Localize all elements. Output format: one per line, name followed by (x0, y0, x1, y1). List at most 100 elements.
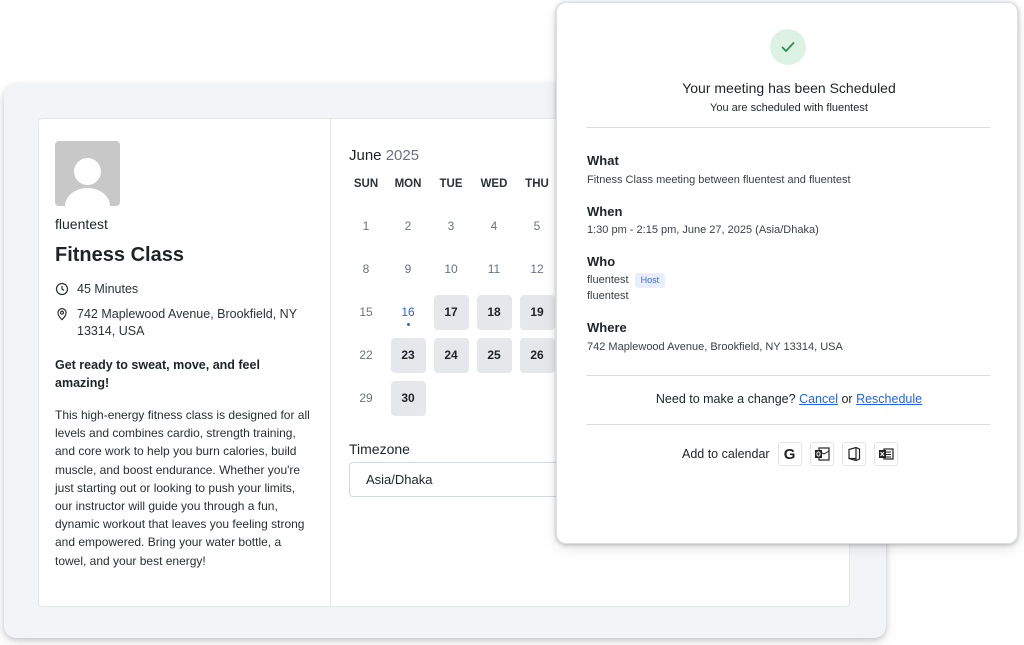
or-text: or (841, 392, 853, 406)
who-host-name: fluentest (587, 274, 629, 286)
day-number: 3 (447, 218, 455, 233)
day-number: 23 (401, 347, 415, 362)
office365-button[interactable] (841, 442, 866, 466)
today-indicator (406, 322, 410, 326)
day-number: 1 (362, 218, 370, 233)
weekday-header: MON (394, 178, 422, 190)
location-row: 742 Maplewood Avenue, Brookfield, NY 133… (55, 306, 314, 340)
google-calendar-icon: G (783, 445, 796, 463)
calendar-day: 8 (349, 252, 384, 287)
change-prefix: Need to make a change? (655, 392, 796, 406)
duration-row: 45 Minutes (55, 281, 314, 298)
map-pin-icon (57, 308, 67, 321)
calendar-day-available[interactable]: 25 (476, 337, 512, 373)
day-number: 18 (487, 304, 501, 319)
calendar-day: 9 (391, 252, 426, 287)
who-label: Who (587, 254, 616, 269)
event-details-column: fluentest Fitness Class 45 Minutes 742 M… (39, 119, 331, 606)
check-icon (781, 42, 795, 52)
success-check-badge (770, 29, 806, 65)
day-number: 12 (530, 261, 544, 276)
day-number: 15 (359, 304, 373, 319)
event-tagline: Get ready to sweat, move, and feel amazi… (55, 358, 260, 390)
calendar-day-available[interactable]: 24 (433, 337, 469, 373)
day-number: 22 (359, 347, 373, 362)
year-label: 2025 (385, 147, 420, 164)
cancel-link[interactable]: Cancel (799, 392, 838, 406)
reschedule-link[interactable]: Reschedule (856, 392, 922, 406)
day-number: 10 (444, 261, 458, 276)
when-value: 1:30 pm - 2:15 pm, June 27, 2025 (Asia/D… (587, 224, 819, 236)
add-to-calendar-row: Add to calendar G (682, 442, 906, 466)
outlook-icon (814, 447, 830, 461)
calendar-day-available[interactable]: 26 (519, 337, 555, 373)
day-number: 29 (359, 390, 373, 405)
timezone-select[interactable]: Asia/Dhaka (349, 462, 579, 497)
location-text: 742 Maplewood Avenue, Brookfield, NY 133… (77, 307, 297, 338)
confirmation-modal: Your meeting has been Scheduled You are … (556, 2, 1018, 544)
office365-icon (847, 446, 860, 462)
when-label: When (587, 204, 623, 219)
day-number: 11 (487, 261, 501, 276)
calendar-day-available[interactable]: 18 (476, 294, 512, 330)
calendar-day: 11 (477, 252, 512, 287)
change-row: Need to make a change? Cancel or Resched… (565, 392, 1013, 406)
day-number: 24 (444, 347, 458, 362)
confirmation-subtitle: You are scheduled with fluentest (710, 102, 868, 114)
duration-text: 45 Minutes (77, 282, 139, 296)
who-guest-name: fluentest (587, 290, 629, 302)
day-number: 19 (530, 304, 544, 319)
divider (587, 424, 990, 425)
clock-icon (55, 282, 69, 296)
calendar-day: 3 (434, 209, 469, 244)
event-description: This high-energy fitness class is design… (55, 408, 310, 568)
calendar-day: 22 (349, 338, 384, 373)
calendar-day-available[interactable]: 19 (519, 294, 555, 330)
calendar-day: 12 (520, 252, 555, 287)
calendar-day: 29 (349, 381, 384, 416)
calendar-day: 2 (391, 209, 426, 244)
calendar-day: 5 (520, 209, 555, 244)
host-name: fluentest (55, 216, 108, 232)
day-number: 26 (530, 347, 544, 362)
calendar-day: 4 (477, 209, 512, 244)
what-label: What (587, 153, 619, 168)
day-number: 16 (401, 304, 415, 319)
ics-download-icon (878, 448, 894, 460)
add-to-calendar-label: Add to calendar (682, 447, 770, 461)
event-title: Fitness Class (55, 244, 184, 266)
confirmation-title: Your meeting has been Scheduled (682, 80, 896, 96)
month-label: June (349, 147, 382, 164)
weekday-header: THU (525, 178, 549, 190)
calendar-day: 10 (434, 252, 469, 287)
weekday-header: WED (480, 178, 508, 190)
calendar-day-available[interactable]: 23 (390, 337, 426, 373)
host-badge: Host (634, 273, 666, 288)
calendar-day: 15 (349, 295, 384, 330)
who-host-row: fluentest Host (587, 273, 666, 288)
day-number: 2 (404, 218, 412, 233)
timezone-label: Timezone (349, 441, 410, 457)
month-year-label: June 2025 (349, 147, 419, 164)
calendar-day-available[interactable]: 30 (390, 380, 426, 416)
calendar-day: 1 (349, 209, 384, 244)
divider (587, 375, 990, 376)
what-value: Fitness Class meeting between fluentest … (587, 174, 851, 186)
day-number: 5 (533, 218, 541, 233)
divider (587, 127, 990, 128)
google-calendar-button[interactable]: G (777, 442, 802, 466)
ics-download-button[interactable] (873, 442, 898, 466)
host-avatar (55, 141, 120, 206)
weekday-header: SUN (353, 178, 379, 190)
outlook-button[interactable] (809, 442, 834, 466)
calendar-day-available[interactable]: 17 (433, 294, 469, 330)
where-value: 742 Maplewood Avenue, Brookfield, NY 133… (587, 341, 843, 353)
day-number: 8 (362, 261, 370, 276)
day-number: 30 (401, 390, 415, 405)
day-number: 17 (444, 304, 458, 319)
day-number: 4 (490, 218, 498, 233)
day-number: 9 (404, 261, 412, 276)
where-label: Where (587, 320, 627, 335)
calendar-day-today: 16 (391, 295, 426, 330)
weekday-header: TUE (439, 178, 463, 190)
